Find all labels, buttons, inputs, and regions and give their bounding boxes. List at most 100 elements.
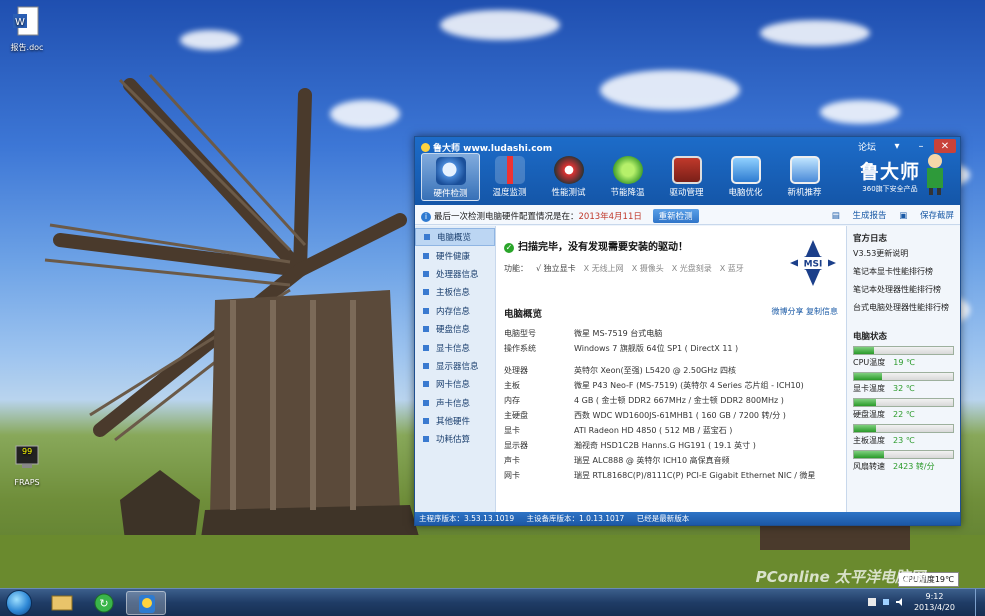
spec-value: 微星 MS-7519 台式电脑 <box>574 329 663 338</box>
sidebar-item-network[interactable]: 网卡信息 <box>415 375 495 393</box>
spec-row: 主板 微星 P43 Neo-F (MS-7519) (英特尔 4 Series 芯… <box>504 378 838 393</box>
tool-label: 节能降温 <box>610 188 645 198</box>
sidebar-item-display[interactable]: 显示器信息 <box>415 357 495 375</box>
status-bar <box>853 372 954 381</box>
spec-row: 主硬盘 西数 WDC WD1600JS-61MHB1 ( 160 GB / 720… <box>504 408 838 423</box>
app-logo-icon <box>421 143 430 152</box>
minimize-button[interactable]: – <box>910 139 932 153</box>
copy-info-link[interactable]: 复制信息 <box>806 307 838 316</box>
explorer-taskbar-button[interactable] <box>42 591 82 615</box>
last-check-text: 最后一次检测电脑硬件配置情况是在： <box>434 212 579 222</box>
status-value: 2423 转/分 <box>893 461 935 471</box>
leaf-icon <box>612 156 643 184</box>
spec-row: 处理器 英特尔 Xeon(至强) L5420 @ 2.50GHz 四核 <box>504 363 838 378</box>
taskbar: ↻ 9:12 2013/4/20 <box>0 588 985 616</box>
overview-title: 电脑概览 <box>504 309 543 320</box>
ludashi-app-icon <box>139 595 155 613</box>
check-icon: ✓ <box>504 243 514 253</box>
spec-row: 显示器 瀚视奇 HSD1C2B Hanns.G HG191 ( 19.1 英寸 ) <box>504 438 838 453</box>
update-status: 已经是最新版本 <box>636 514 690 523</box>
save-screenshot-button[interactable]: ▣ 保存截屏 <box>899 211 954 221</box>
svg-text:MSI: MSI <box>804 260 823 270</box>
overview-links: 微博分享 复制信息 <box>771 306 838 320</box>
sidebar-item-hardware-health[interactable]: 硬件健康 <box>415 246 495 264</box>
spec-value: 瑞昱 RTL8168C(P)/8111C(P) PCI-E Gigabit Et… <box>574 471 816 480</box>
last-check-bar: i 最后一次检测电脑硬件配置情况是在：2013年4月11日 重新检测 ▤ 生成报告… <box>415 205 960 225</box>
tool-temperature-monitor[interactable]: 温度监测 <box>480 153 539 201</box>
status-value: 32 ℃ <box>893 383 915 393</box>
tool-driver-manager[interactable]: 驱动管理 <box>657 153 716 201</box>
recheck-button[interactable]: 重新检测 <box>652 209 699 223</box>
desktop-icon-report-doc[interactable]: W 报告.doc <box>2 6 52 53</box>
status-value: 23 ℃ <box>893 435 915 445</box>
app-body: 电脑概览 硬件健康 处理器信息 主板信息 内存信息 硬盘信息 显卡信息 显示器信… <box>415 226 960 512</box>
app-statusbar: 主程序版本：3.53.13.1019 主设备库版本：1.0.13.1017 已经… <box>415 512 960 525</box>
tool-energy-saving[interactable]: 节能降温 <box>598 153 657 201</box>
brand-name: 鲁大师 <box>859 161 920 183</box>
features-label: 功能： <box>504 264 528 273</box>
tray-flag-icon[interactable] <box>867 597 877 607</box>
status-bar-fill <box>854 373 882 380</box>
sidebar-item-graphics[interactable]: 显卡信息 <box>415 338 495 356</box>
spec-value: 瀚视奇 HSD1C2B Hanns.G HG191 ( 19.1 英寸 ) <box>574 441 756 450</box>
ludashi-taskbar-button[interactable] <box>126 591 166 615</box>
sidebar-item-disk[interactable]: 硬盘信息 <box>415 320 495 338</box>
sidebar-item-other[interactable]: 其他硬件 <box>415 412 495 430</box>
feature-item: X 蓝牙 <box>719 264 744 273</box>
status-label: 显卡温度 32 ℃ <box>853 381 954 395</box>
right-panel: 官方日志 V3.53更新说明 笔记本显卡性能排行榜 笔记本处理器性能排行榜 台式… <box>846 226 960 512</box>
sidebar-item-memory[interactable]: 内存信息 <box>415 302 495 320</box>
menu-dropdown-icon[interactable]: ▾ <box>886 139 908 153</box>
desktop-icon-label: 报告.doc <box>10 43 44 52</box>
spec-value: ATI Radeon HD 4850 ( 512 MB / 蓝宝石 ) <box>574 426 733 435</box>
tool-pc-optimize[interactable]: 电脑优化 <box>716 153 775 201</box>
generate-report-button[interactable]: ▤ 生成报告 <box>832 211 887 221</box>
news-link[interactable]: 台式电脑处理器性能排行榜 <box>853 302 954 320</box>
spec-value: 微星 P43 Neo-F (MS-7519) (英特尔 4 Series 芯片组… <box>574 381 804 390</box>
brand-tagline: 360旗下安全产品 <box>862 185 918 193</box>
news-link[interactable]: 笔记本处理器性能排行榜 <box>853 284 954 302</box>
forum-link[interactable]: 论坛 <box>858 140 876 153</box>
bullet-icon <box>423 344 429 351</box>
weibo-share-link[interactable]: 微博分享 <box>771 307 803 316</box>
tool-performance-test[interactable]: 性能测试 <box>539 153 598 201</box>
news-link[interactable]: 笔记本显卡性能排行榜 <box>853 266 954 284</box>
sidebar-item-cpu[interactable]: 处理器信息 <box>415 265 495 283</box>
tool-hardware-check[interactable]: 硬件检测 <box>421 153 480 201</box>
status-name: 显卡温度 <box>853 383 885 393</box>
spec-key: 声卡 <box>504 456 520 465</box>
news-link[interactable]: V3.53更新说明 <box>853 248 954 266</box>
feature-item: X 摄像头 <box>631 264 664 273</box>
sidebar-item-motherboard[interactable]: 主板信息 <box>415 283 495 301</box>
tool-label: 新机推荐 <box>787 188 822 198</box>
status-bar-fill <box>854 425 876 432</box>
ludashi-window: 鲁大师 www.ludashi.com 论坛 ▾ – ✕ 硬件检测 温度监测 性… <box>414 136 961 526</box>
show-desktop-button[interactable] <box>975 589 985 616</box>
close-button[interactable]: ✕ <box>934 139 956 153</box>
sidebar-item-sound[interactable]: 声卡信息 <box>415 394 495 412</box>
sidebar-item-overview[interactable]: 电脑概览 <box>415 228 495 247</box>
desktop-icon-fraps[interactable]: 99 FRAPS <box>2 442 52 487</box>
refresh-globe-icon: ↻ <box>94 593 114 613</box>
window-controls: 论坛 ▾ – ✕ <box>858 139 956 153</box>
pc-status-list: CPU温度 19 ℃ 显卡温度 32 ℃ 硬盘温度 22 ℃ 主板温度 23 ℃ 风扇转速 242… <box>853 346 954 473</box>
fraps-icon: 99 <box>15 445 39 468</box>
bullet-icon <box>423 270 429 277</box>
spec-key: 电脑型号 <box>504 329 536 338</box>
mascot-icon <box>927 154 943 195</box>
taskbar-clock[interactable]: 9:12 2013/4/20 <box>914 591 955 613</box>
feature-list: 功能： √ 独立显卡 X 无线上网 X 摄像头 X 光盘刻录 X 蓝牙 <box>504 263 838 274</box>
status-item: CPU温度 19 ℃ <box>853 346 954 369</box>
status-bar <box>853 424 954 433</box>
sidebar-item-power[interactable]: 功耗估算 <box>415 430 495 448</box>
tool-new-pc-recommend[interactable]: 新机推荐 <box>775 153 834 201</box>
tool-label: 硬件检测 <box>433 189 468 199</box>
tray-network-icon[interactable] <box>881 597 891 607</box>
monitor-optimize-icon <box>730 156 761 184</box>
start-button[interactable] <box>6 590 32 616</box>
feature-item: X 光盘刻录 <box>671 264 712 273</box>
driver-chip-icon <box>671 156 702 184</box>
browser-taskbar-button[interactable]: ↻ <box>84 591 124 615</box>
tray-volume-icon[interactable] <box>895 597 905 607</box>
spec-group-system: 电脑型号 微星 MS-7519 台式电脑 操作系统 Windows 7 旗舰版 64位… <box>504 326 838 356</box>
